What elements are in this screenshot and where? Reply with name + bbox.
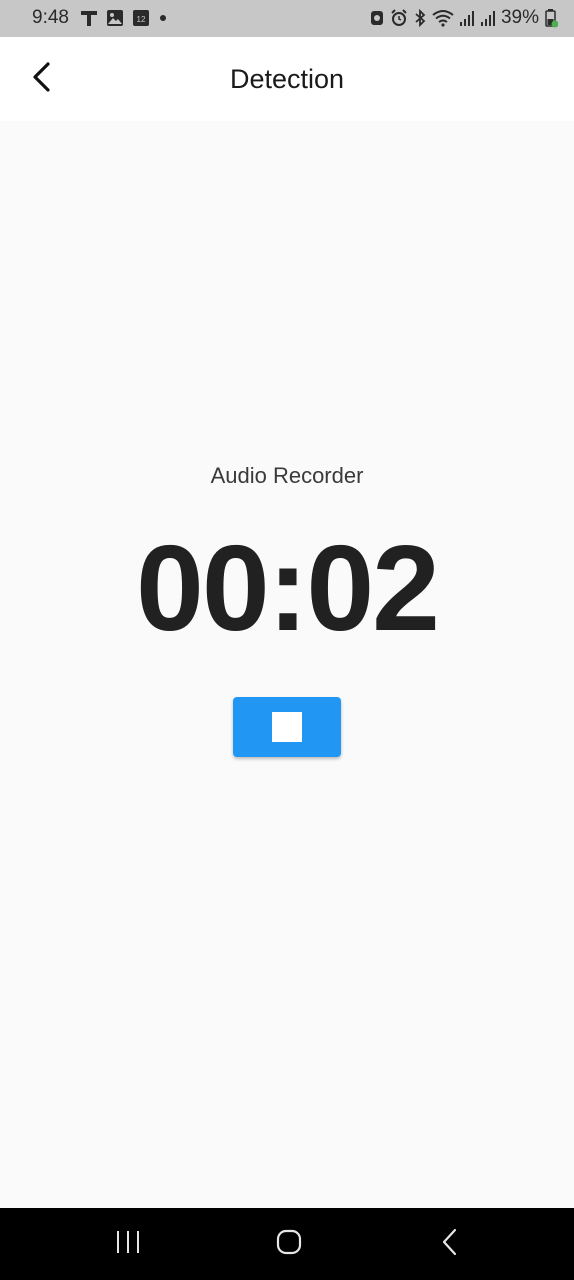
nav-back-button[interactable] xyxy=(420,1224,480,1264)
battery-percent: 39% xyxy=(500,7,539,28)
recents-button[interactable] xyxy=(98,1224,158,1264)
back-icon xyxy=(440,1228,460,1261)
recorder-label: Audio Recorder xyxy=(210,463,364,488)
navigation-bar xyxy=(0,1208,574,1280)
app-bar: Detection xyxy=(0,37,574,121)
stop-icon xyxy=(272,712,302,742)
calendar-day: 12 xyxy=(137,15,146,24)
recording-timer: 00:02 xyxy=(135,520,440,656)
image-icon xyxy=(106,9,124,27)
calendar-icon: 12 xyxy=(132,9,150,27)
home-icon xyxy=(275,1228,303,1261)
dot-icon xyxy=(158,9,168,27)
wifi-icon xyxy=(432,9,454,27)
screen: 9:48 12 39% Detection Audio Recorder 00:… xyxy=(0,0,574,1280)
t-mobile-icon xyxy=(80,9,98,27)
status-bar: 9:48 12 39% xyxy=(0,0,574,37)
signal-icon xyxy=(459,9,475,27)
battery-icon xyxy=(544,8,558,28)
recents-icon xyxy=(115,1230,141,1259)
screenshot-icon xyxy=(369,9,385,27)
system-icons: 39% xyxy=(369,7,558,28)
home-button[interactable] xyxy=(259,1224,319,1264)
bluetooth-icon xyxy=(413,9,427,27)
notification-icons: 12 xyxy=(80,9,168,27)
alarm-icon xyxy=(390,9,408,27)
stop-recording-button[interactable] xyxy=(233,697,341,757)
status-time: 9:48 xyxy=(32,7,69,28)
signal-icon xyxy=(480,9,496,27)
page-title: Detection xyxy=(229,64,345,94)
